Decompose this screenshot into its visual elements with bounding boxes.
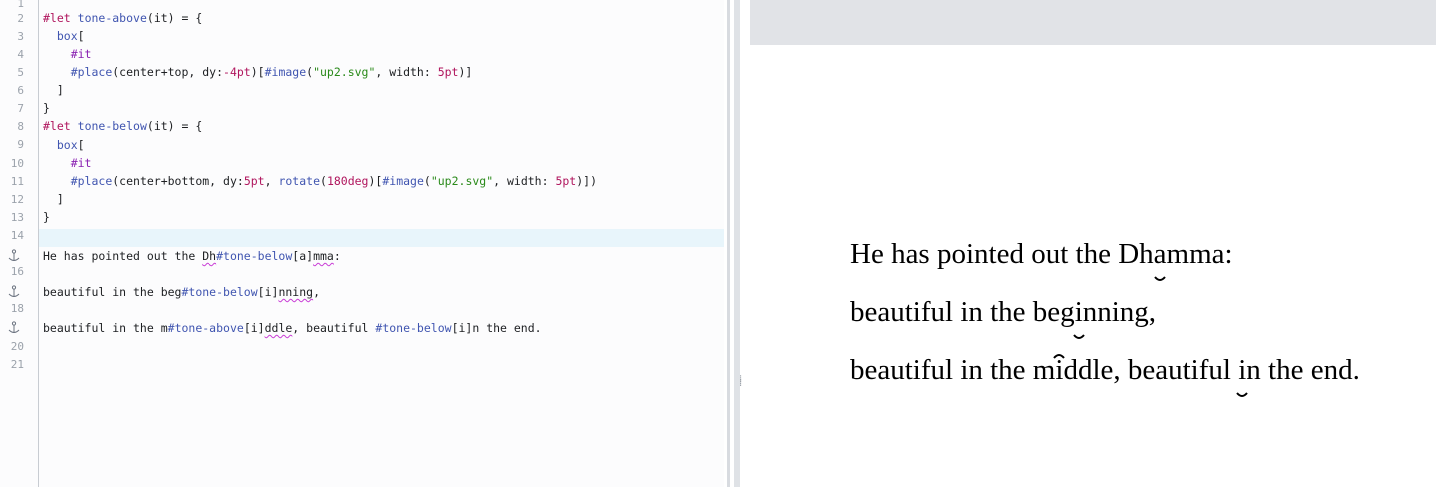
editor-scrollbar[interactable] bbox=[727, 0, 730, 487]
code-line[interactable]: ] bbox=[43, 190, 64, 208]
line-number: 5 bbox=[17, 66, 24, 79]
line-number: 11 bbox=[10, 175, 24, 188]
line-number-gutter: 1 2 3 4 5 6 7 8 9 10 11 12 13 14 16 18 2… bbox=[0, 0, 39, 487]
preview-line: beautiful in the mi ddle, beautiful in th… bbox=[850, 354, 1360, 397]
code-line[interactable]: } bbox=[43, 208, 50, 226]
preview-pane: He has pointed out the Dha mma: beautiful… bbox=[750, 0, 1436, 487]
line-number: 18 bbox=[10, 302, 24, 315]
line-number: 20 bbox=[10, 340, 24, 353]
line-number: 13 bbox=[10, 211, 24, 224]
preview-toolbar bbox=[750, 0, 1436, 45]
tone-below-mark: a bbox=[1154, 238, 1167, 281]
code-line[interactable]: box[ bbox=[43, 136, 85, 154]
code-line[interactable]: box[ bbox=[43, 27, 85, 45]
tone-below-mark: i bbox=[1236, 354, 1249, 397]
code-line[interactable]: ] bbox=[43, 81, 64, 99]
code-line[interactable]: #let tone-above(it) = { bbox=[43, 9, 202, 27]
pane-splitter[interactable]: ⁞ ⁞ bbox=[724, 0, 750, 487]
anchor-icon[interactable] bbox=[7, 321, 21, 335]
tone-below-mark: i bbox=[1072, 296, 1085, 339]
code-line[interactable]: #let tone-below(it) = { bbox=[43, 117, 202, 135]
anchor-icon[interactable] bbox=[7, 285, 21, 299]
line-number: 6 bbox=[17, 84, 24, 97]
line-number: 7 bbox=[17, 102, 24, 115]
code-line[interactable]: #it bbox=[43, 154, 92, 172]
code-line[interactable]: #place(center+top, dy:-4pt)[#image("up2.… bbox=[43, 63, 473, 81]
line-number: 21 bbox=[10, 358, 24, 371]
line-number: 10 bbox=[10, 157, 24, 170]
code-line[interactable]: #it bbox=[43, 45, 92, 63]
code-editor[interactable]: 1 2 3 4 5 6 7 8 9 10 11 12 13 14 16 18 2… bbox=[0, 0, 724, 487]
anchor-icon[interactable] bbox=[7, 249, 21, 263]
current-line-highlight bbox=[39, 229, 724, 247]
splitter-bar[interactable] bbox=[734, 0, 740, 487]
line-number: 16 bbox=[10, 265, 24, 278]
code-line[interactable]: #place(center+bottom, dy:5pt, rotate(180… bbox=[43, 172, 597, 190]
tone-above-mark: i bbox=[1053, 354, 1066, 386]
line-number: 8 bbox=[17, 120, 24, 133]
breve-below-icon bbox=[1072, 334, 1085, 339]
code-line[interactable]: } bbox=[43, 99, 50, 117]
code-line[interactable]: He has pointed out the Dh#tone-below[a]m… bbox=[43, 247, 341, 265]
code-line[interactable]: beautiful in the m#tone-above[i]ddle, be… bbox=[43, 319, 542, 337]
breve-above-icon bbox=[1053, 354, 1066, 359]
drag-handle-icon[interactable]: ⁞ ⁞ bbox=[739, 375, 742, 389]
preview-line: beautiful in the begi nning, bbox=[850, 296, 1156, 339]
line-number: 14 bbox=[10, 229, 24, 242]
preview-line: He has pointed out the Dha mma: bbox=[850, 238, 1233, 281]
line-number: 3 bbox=[17, 30, 24, 43]
line-number: 4 bbox=[17, 48, 24, 61]
breve-below-icon bbox=[1236, 392, 1249, 397]
code-line[interactable]: beautiful in the beg#tone-below[i]nning, bbox=[43, 283, 320, 301]
line-number: 2 bbox=[17, 12, 24, 25]
line-number: 9 bbox=[17, 138, 24, 151]
line-number: 12 bbox=[10, 193, 24, 206]
breve-below-icon bbox=[1154, 276, 1166, 281]
